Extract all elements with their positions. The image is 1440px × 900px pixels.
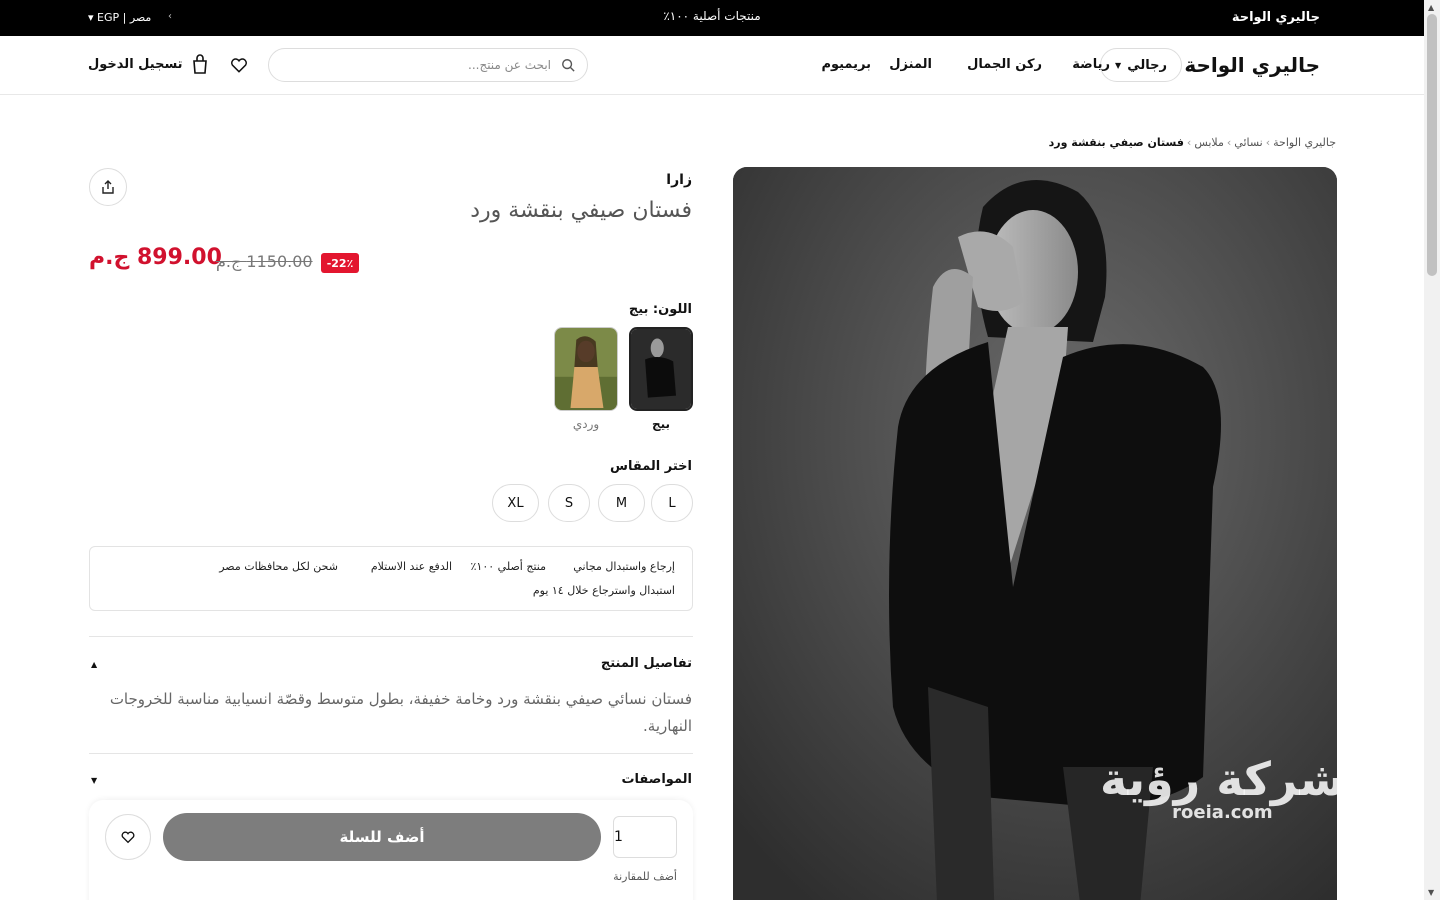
watermark-arabic: شركة رؤية bbox=[1100, 752, 1345, 806]
color-swatch-beige[interactable] bbox=[629, 327, 693, 411]
quantity-input[interactable]: 1 bbox=[613, 816, 677, 858]
nav-item-premium[interactable]: بريميوم bbox=[821, 57, 871, 72]
top-announcement-bar: جاليري الواحة ‹ منتجات أصلية ١٠٠٪ ▾ EGP … bbox=[0, 0, 1424, 36]
swatch-image bbox=[555, 328, 617, 410]
swatch-image bbox=[631, 329, 691, 409]
topbar-promo-text: منتجات أصلية ١٠٠٪ bbox=[663, 9, 761, 23]
breadcrumb-item[interactable]: نسائي bbox=[1234, 136, 1262, 149]
login-link[interactable]: تسجيل الدخول bbox=[88, 57, 183, 72]
heart-icon bbox=[121, 831, 135, 844]
product-details-text: فستان نسائي صيفي بنقشة ورد وخامة خفيفة، … bbox=[109, 690, 692, 735]
add-to-cart-button[interactable]: أضف للسلة bbox=[163, 813, 601, 861]
product-old-price: 1150.00 ج.م bbox=[216, 252, 313, 271]
nav-item-sports[interactable]: رياضة bbox=[1072, 57, 1110, 72]
product-details-accordion[interactable]: تفاصيل المنتج bbox=[601, 656, 692, 671]
nav-item-beauty[interactable]: ركن الجمال bbox=[967, 57, 1042, 72]
benefit-item: استبدال واسترجاع خلال ١٤ يوم bbox=[532, 584, 675, 597]
add-to-compare-link[interactable]: أضف للمقارنة bbox=[613, 870, 677, 883]
gender-selector-label: رجالي bbox=[1127, 57, 1167, 73]
specs-accordion[interactable]: المواصفات bbox=[621, 772, 692, 787]
search-placeholder: ابحث عن منتج... bbox=[468, 58, 551, 72]
scrollbar-thumb[interactable] bbox=[1427, 14, 1437, 276]
site-logo[interactable]: جاليري الواحة bbox=[1184, 53, 1320, 77]
caret-up-icon[interactable]: ▲ bbox=[91, 660, 97, 669]
site-header: جاليري الواحة رجالي ▼ رياضة ركن الجمال ا… bbox=[0, 36, 1424, 95]
caret-down-icon[interactable]: ▼ bbox=[91, 776, 97, 785]
nav-item-home[interactable]: المنزل bbox=[889, 57, 932, 72]
color-swatch-pink[interactable] bbox=[554, 327, 618, 411]
divider bbox=[89, 753, 693, 754]
size-label: اختر المقاس bbox=[610, 459, 692, 474]
color-name: بيج bbox=[651, 417, 671, 431]
scroll-down-icon[interactable]: ▼ bbox=[1428, 888, 1434, 897]
divider bbox=[89, 636, 693, 637]
product-price: 899.00 ج.م bbox=[89, 245, 222, 270]
breadcrumb-item[interactable]: ملابس bbox=[1194, 136, 1224, 149]
benefit-item: منتج أصلي ١٠٠٪ bbox=[470, 560, 547, 573]
caret-down-icon: ▼ bbox=[1115, 60, 1122, 70]
size-option[interactable]: M bbox=[598, 484, 645, 522]
heart-icon[interactable] bbox=[229, 55, 249, 75]
share-icon bbox=[102, 180, 114, 194]
breadcrumb-current: فستان صيفي بنقشة ورد bbox=[1048, 136, 1184, 149]
color-label: اللون: بيج bbox=[628, 302, 692, 317]
wishlist-button[interactable] bbox=[105, 814, 151, 860]
benefit-item: الدفع عند الاستلام bbox=[370, 560, 452, 573]
breadcrumb: جاليري الواحة›نسائي›ملابس›فستان صيفي بنق… bbox=[1048, 136, 1336, 149]
breadcrumb-item[interactable]: جاليري الواحة bbox=[1273, 136, 1336, 149]
discount-badge: -22٪ bbox=[321, 253, 359, 273]
color-name: وردي bbox=[572, 417, 600, 431]
size-option[interactable]: XL bbox=[492, 484, 539, 522]
search-input[interactable]: ابحث عن منتج... bbox=[268, 48, 588, 82]
benefits-box: إرجاع واستبدال مجاني منتج أصلي ١٠٠٪ الدف… bbox=[89, 546, 693, 611]
benefit-item: إرجاع واستبدال مجاني bbox=[573, 560, 675, 573]
product-brand[interactable]: زارا bbox=[666, 172, 692, 188]
size-option[interactable]: S bbox=[548, 484, 590, 522]
scroll-up-icon[interactable]: ▲ bbox=[1428, 3, 1434, 12]
gender-selector[interactable]: رجالي ▼ bbox=[1100, 48, 1182, 82]
product-title: فستان صيفي بنقشة ورد bbox=[470, 198, 692, 223]
chevron-right-icon: › bbox=[168, 11, 172, 22]
bag-icon[interactable] bbox=[189, 53, 211, 75]
locale-selector[interactable]: ▾ EGP | مصر bbox=[88, 11, 151, 24]
benefit-item: شحن لكل محافظات مصر bbox=[219, 560, 338, 573]
watermark: شركة رؤية roeia.com bbox=[1100, 752, 1345, 823]
search-icon bbox=[562, 59, 575, 72]
size-option[interactable]: L bbox=[651, 484, 693, 522]
share-button[interactable] bbox=[89, 168, 127, 206]
